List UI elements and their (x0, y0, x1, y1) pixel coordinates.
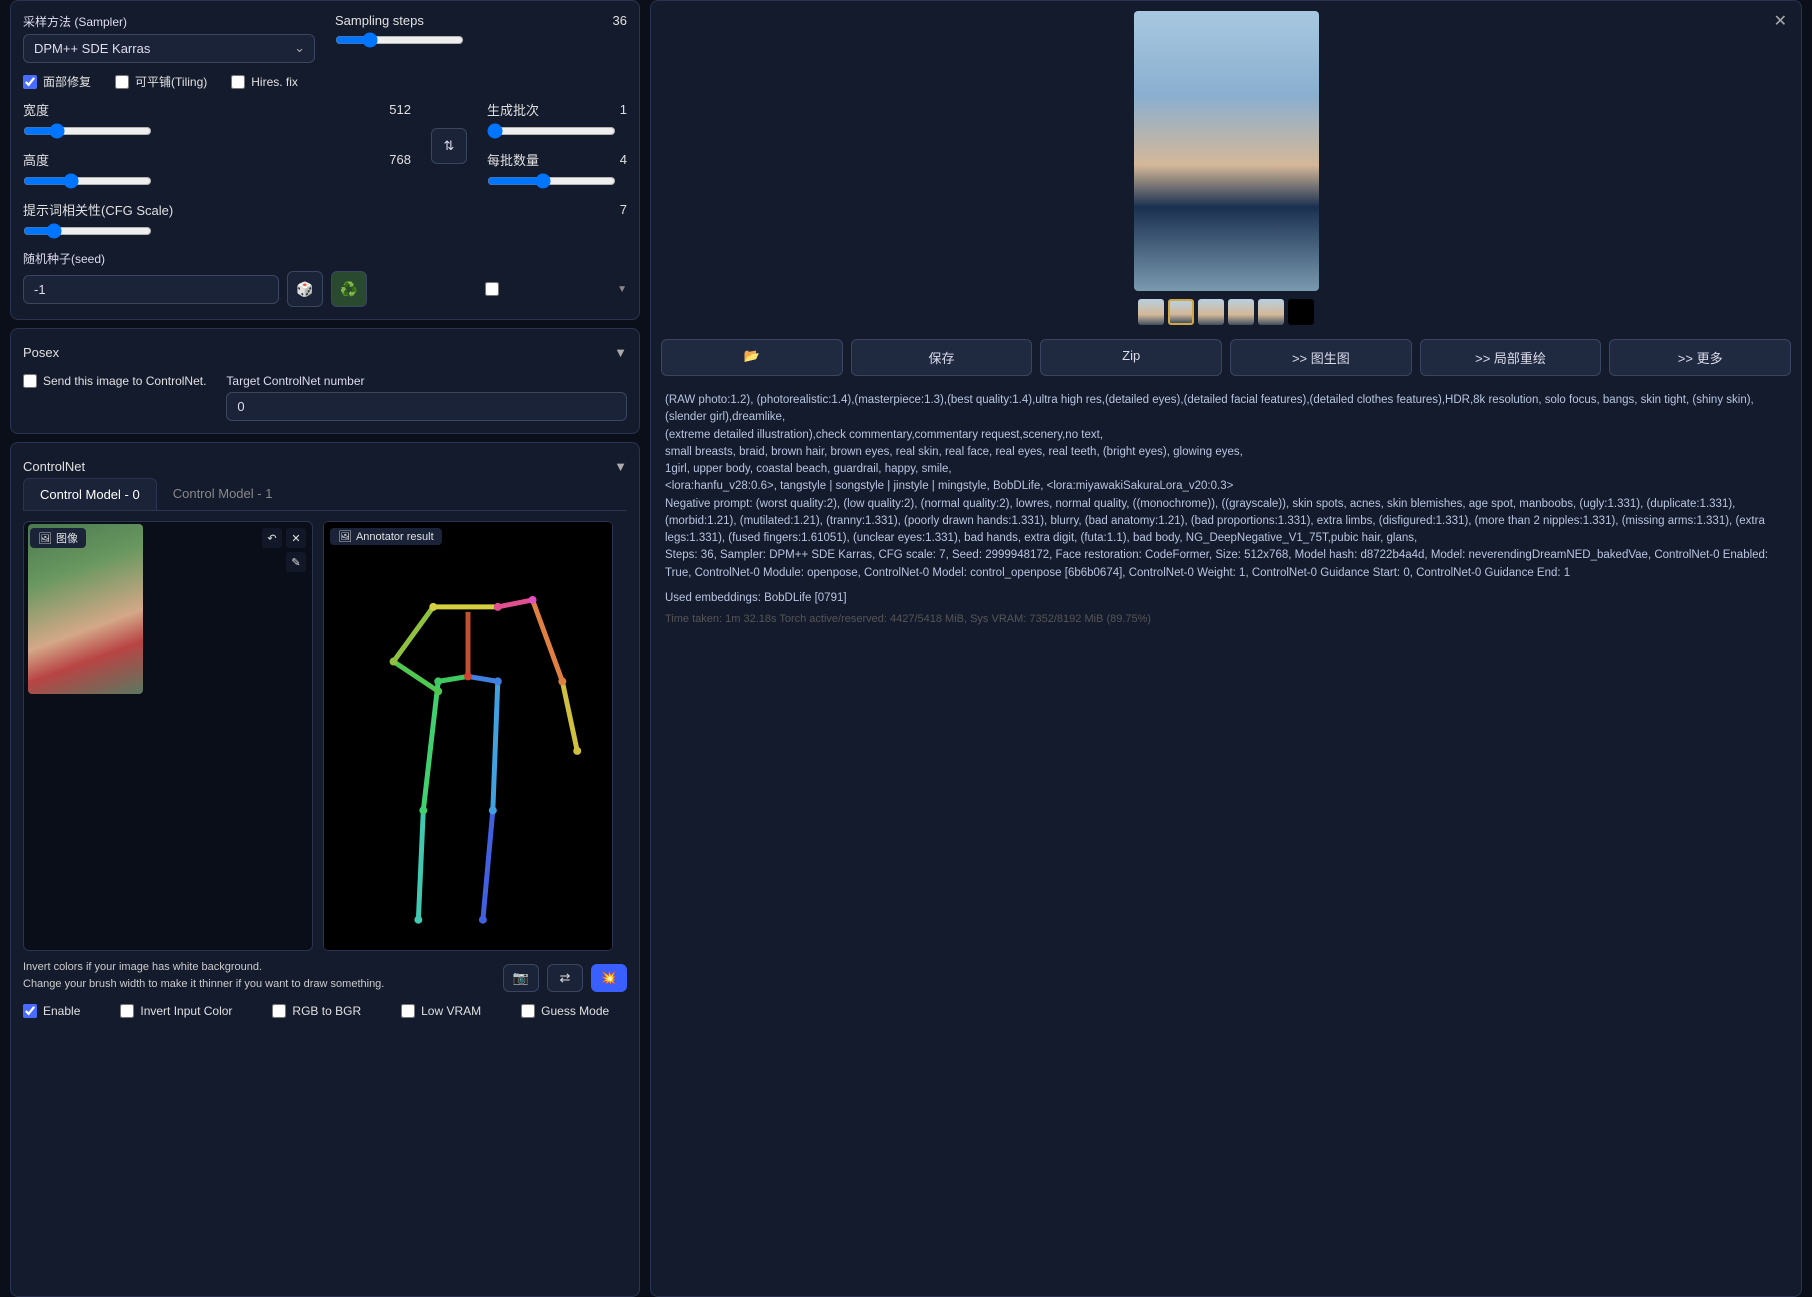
generation-info: (RAW photo:1.2), (photorealistic:1.4),(m… (661, 388, 1791, 632)
thumb-0[interactable] (1138, 299, 1164, 325)
lowvram-check[interactable]: Low VRAM (401, 1004, 481, 1018)
openpose-skeleton (324, 522, 612, 950)
tab-control-model-0[interactable]: Control Model - 0 (23, 478, 157, 510)
thumb-1[interactable] (1168, 299, 1194, 325)
thumb-4[interactable] (1258, 299, 1284, 325)
width-slider[interactable] (23, 123, 152, 139)
posex-send-check[interactable]: Send this image to ControlNet. (23, 374, 206, 388)
height-label: 高度 (23, 150, 49, 169)
edit-button[interactable]: ✎ (286, 552, 306, 572)
result-image[interactable] (1134, 11, 1319, 291)
annotator-result-box: 🖼 Annotator result (323, 521, 613, 951)
close-button[interactable]: ✕ (1774, 11, 1787, 31)
annotator-label: 🖼 Annotator result (330, 528, 442, 545)
reuse-seed-button[interactable]: ♻️ (331, 271, 367, 307)
seed-input[interactable] (23, 275, 279, 304)
target-cn-label: Target ControlNet number (226, 374, 627, 388)
tiling-check[interactable]: 可平铺(Tiling) (115, 73, 207, 90)
inpaint-button[interactable]: >> 局部重绘 (1420, 339, 1602, 376)
face-restore-check[interactable]: 面部修复 (23, 73, 91, 90)
open-folder-button[interactable]: 📂 (661, 339, 843, 376)
target-cn-input[interactable] (226, 392, 627, 421)
random-seed-button[interactable]: 🎲 (287, 271, 323, 307)
cfg-slider[interactable] (23, 223, 152, 239)
enable-check[interactable]: Enable (23, 1004, 80, 1018)
clear-button[interactable]: ✕ (286, 528, 306, 548)
sampler-label: 采样方法 (Sampler) (23, 13, 315, 30)
batch-count-label: 生成批次 (487, 100, 539, 119)
chevron-down-icon: ▼ (614, 459, 627, 474)
chevron-down-icon[interactable]: ▼ (617, 284, 627, 295)
swap-button[interactable]: ⇄ (547, 964, 583, 992)
batch-size-value[interactable]: 4 (620, 152, 627, 167)
controlnet-accordion[interactable]: ControlNet ▼ (23, 455, 627, 478)
image-label: 🖼 图像 (30, 528, 86, 548)
steps-label: Sampling steps (335, 13, 424, 28)
preview-button[interactable]: 💥 (591, 964, 627, 992)
result-thumbnails (661, 299, 1791, 325)
img2img-button[interactable]: >> 图生图 (1230, 339, 1412, 376)
posex-accordion[interactable]: Posex ▼ (23, 341, 627, 364)
invert-check[interactable]: Invert Input Color (120, 1004, 232, 1018)
chevron-down-icon: ▼ (614, 345, 627, 360)
more-button[interactable]: >> 更多 (1609, 339, 1791, 376)
rgb2bgr-check[interactable]: RGB to BGR (272, 1004, 361, 1018)
save-button[interactable]: 保存 (851, 339, 1033, 376)
batch-count-value[interactable]: 1 (620, 102, 627, 117)
controlnet-image-box[interactable]: 🖼 图像 ↶ ✕ ✎ (23, 521, 313, 951)
cfg-value[interactable]: 7 (620, 202, 627, 217)
tab-control-model-1[interactable]: Control Model - 1 (157, 478, 289, 510)
camera-button[interactable]: 📷 (503, 964, 539, 992)
height-slider[interactable] (23, 173, 152, 189)
width-label: 宽度 (23, 100, 49, 119)
steps-value[interactable]: 36 (613, 13, 627, 28)
extra-seed-check[interactable] (375, 282, 609, 296)
height-value[interactable]: 768 (389, 152, 411, 167)
hires-check[interactable]: Hires. fix (231, 75, 298, 89)
width-value[interactable]: 512 (389, 102, 411, 117)
zip-button[interactable]: Zip (1040, 339, 1222, 376)
guess-check[interactable]: Guess Mode (521, 1004, 609, 1018)
controlnet-input-image (28, 524, 143, 694)
undo-button[interactable]: ↶ (262, 528, 282, 548)
swap-dims-button[interactable]: ⇅ (431, 128, 467, 164)
thumb-3[interactable] (1228, 299, 1254, 325)
seed-label: 随机种子(seed) (23, 250, 627, 267)
thumb-2[interactable] (1198, 299, 1224, 325)
thumb-5[interactable] (1288, 299, 1314, 325)
cfg-label: 提示词相关性(CFG Scale) (23, 200, 173, 219)
batch-size-slider[interactable] (487, 173, 616, 189)
batch-count-slider[interactable] (487, 123, 616, 139)
batch-size-label: 每批数量 (487, 150, 539, 169)
sampler-select[interactable]: DPM++ SDE Karras (23, 34, 315, 63)
steps-slider[interactable] (335, 32, 464, 48)
controlnet-hint: Invert colors if your image has white ba… (23, 959, 384, 992)
